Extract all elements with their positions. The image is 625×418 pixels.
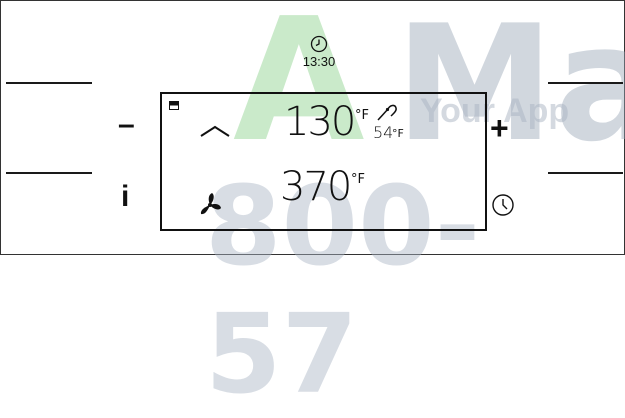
info-button[interactable]: i bbox=[121, 180, 129, 214]
clock-time: 13:30 bbox=[302, 54, 336, 69]
divider-right-top bbox=[548, 82, 623, 84]
fan-temperature: 370 bbox=[280, 164, 352, 210]
timer-button[interactable] bbox=[491, 193, 515, 221]
divider-left-top bbox=[6, 82, 92, 84]
minus-button[interactable]: – bbox=[118, 108, 135, 142]
probe-temperature-unit: °F bbox=[392, 127, 404, 140]
fan-temperature-unit: °F bbox=[351, 172, 365, 187]
clock-icon bbox=[310, 35, 328, 53]
display-screen: 130 °F 54 °F 370 °F bbox=[160, 92, 487, 231]
divider-left-bottom bbox=[6, 172, 92, 174]
clock-icon bbox=[492, 194, 514, 216]
probe-icon bbox=[377, 104, 397, 121]
probe-temperature: 54 bbox=[373, 123, 394, 142]
divider-right-bottom bbox=[548, 172, 623, 174]
oven-temperature: 130 bbox=[284, 99, 356, 145]
oven-temperature-unit: °F bbox=[355, 108, 369, 123]
chevron-up-icon bbox=[200, 125, 230, 137]
plus-button[interactable]: + bbox=[490, 110, 509, 147]
clock-indicator: 13:30 bbox=[294, 35, 344, 69]
fan-icon bbox=[200, 193, 221, 215]
battery-icon bbox=[169, 101, 179, 110]
